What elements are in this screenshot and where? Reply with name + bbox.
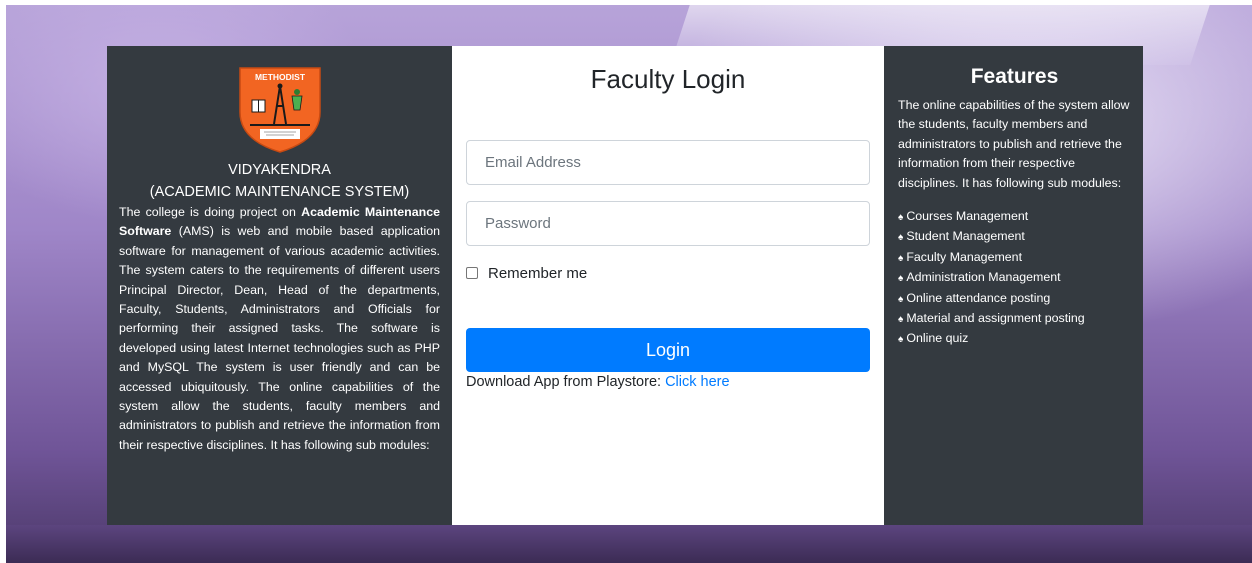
list-item: ♠ Courses Management xyxy=(898,207,1131,227)
spade-icon: ♠ xyxy=(898,293,904,305)
page: METHODIST VIDYAKENDRA (ACADEMIC MAINTENA… xyxy=(0,0,1252,563)
remember-me-row[interactable]: Remember me xyxy=(466,263,587,283)
list-item: ♠ Administration Management xyxy=(898,268,1131,288)
org-name: VIDYAKENDRA xyxy=(228,162,331,178)
list-item: ♠ Online quiz xyxy=(898,329,1131,349)
spade-icon: ♠ xyxy=(898,334,904,346)
college-logo: METHODIST xyxy=(238,67,321,153)
email-field[interactable] xyxy=(466,140,870,185)
feature-label: Student Management xyxy=(906,229,1025,244)
feature-label: Online quiz xyxy=(906,331,969,346)
about-text-body: (AMS) is web and mobile based applicatio… xyxy=(119,224,440,452)
password-field[interactable] xyxy=(466,201,870,246)
spade-icon: ♠ xyxy=(898,273,904,285)
list-item: ♠ Faculty Management xyxy=(898,248,1131,268)
logo-text: METHODIST xyxy=(254,72,305,82)
feature-label: Courses Management xyxy=(906,209,1029,224)
about-panel: METHODIST VIDYAKENDRA (ACADEMIC MAINTENA… xyxy=(107,46,452,525)
login-panel: Faculty Login Remember me Login Download… xyxy=(452,46,884,525)
features-description: The online capabilities of the system al… xyxy=(898,98,1130,190)
feature-label: Administration Management xyxy=(906,270,1061,285)
login-button[interactable]: Login xyxy=(466,328,870,372)
login-title: Faculty Login xyxy=(590,64,746,94)
spade-icon: ♠ xyxy=(898,252,904,264)
list-item: ♠ Online attendance posting xyxy=(898,289,1131,309)
features-title: Features xyxy=(970,65,1059,88)
spade-icon: ♠ xyxy=(898,212,904,224)
feature-label: Material and assignment posting xyxy=(906,311,1085,326)
feature-label: Online attendance posting xyxy=(906,290,1051,305)
list-item: ♠ Material and assignment posting xyxy=(898,309,1131,329)
feature-label: Faculty Management xyxy=(906,249,1023,264)
about-text: The college is doing project on Academic… xyxy=(119,203,440,455)
download-app-link[interactable]: Click here xyxy=(665,374,729,390)
remember-me-checkbox[interactable] xyxy=(466,267,478,279)
list-item: ♠ Student Management xyxy=(898,227,1131,247)
about-text-prefix: The college is doing project on xyxy=(119,205,302,219)
features-list: ♠ Courses Management ♠ Student Management … xyxy=(898,207,1131,350)
features-panel: Features The online capabilities of the … xyxy=(884,46,1143,525)
spade-icon: ♠ xyxy=(898,314,904,326)
org-subtitle: (ACADEMIC MAINTENANCE SYSTEM) xyxy=(149,184,410,200)
download-app-text: Download App from Playstore: xyxy=(466,374,666,390)
spade-icon: ♠ xyxy=(898,232,904,244)
remember-me-label[interactable]: Remember me xyxy=(488,265,587,282)
background-laptop-base xyxy=(6,525,1252,563)
download-app-row: Download App from Playstore: Click here xyxy=(466,374,730,390)
